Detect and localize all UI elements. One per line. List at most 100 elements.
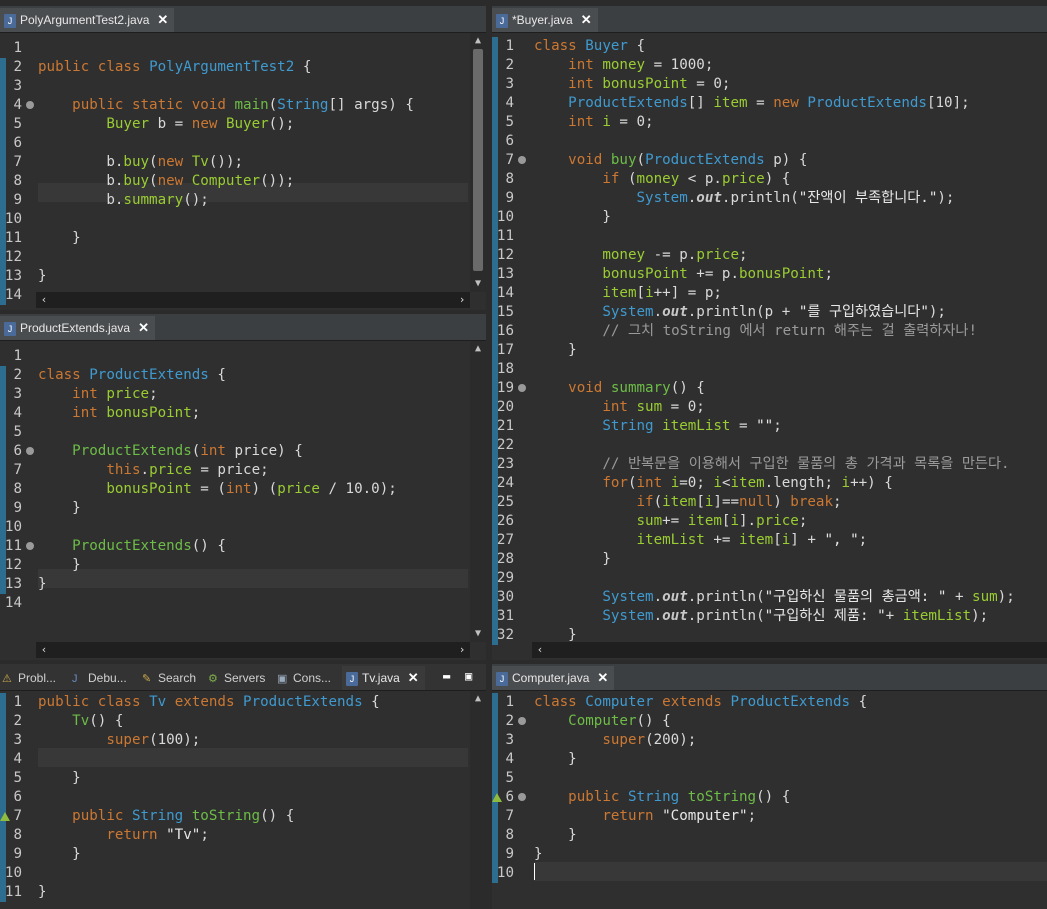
code-line[interactable]: class Computer extends ProductExtends {	[534, 693, 1047, 712]
code-line[interactable]: }	[38, 499, 468, 518]
code-line[interactable]	[38, 77, 468, 96]
fold-toggle-icon[interactable]	[518, 384, 526, 392]
code-line[interactable]: int price;	[38, 385, 468, 404]
code-line[interactable]: int i = 0;	[534, 113, 1047, 132]
scroll-right-arrow[interactable]: ›	[454, 292, 470, 308]
scroll-left-arrow[interactable]: ‹	[36, 292, 52, 308]
code-line[interactable]: }	[38, 769, 468, 788]
code-line[interactable]	[534, 769, 1047, 788]
code-area[interactable]: class Computer extends ProductExtends { …	[534, 691, 1047, 909]
code-line[interactable]	[534, 132, 1047, 151]
code-line[interactable]: class ProductExtends {	[38, 366, 468, 385]
code-line[interactable]: money -= p.price;	[534, 246, 1047, 265]
code-line[interactable]: System.out.println("구입하신 제품: "+ itemList…	[534, 607, 1047, 626]
maximize-icon[interactable]: ▣	[465, 670, 475, 682]
code-line[interactable]: }	[38, 229, 468, 248]
tab-poly[interactable]: J PolyArgumentTest2.java ✕	[0, 8, 175, 32]
vertical-scrollbar[interactable]: ▲	[470, 691, 486, 909]
code-line[interactable]: sum+= item[i].price;	[534, 512, 1047, 531]
horizontal-scrollbar[interactable]: ‹	[532, 642, 1047, 658]
code-line[interactable]: b.summary();	[38, 191, 468, 210]
code-line[interactable]: bonusPoint += p.bonusPoint;	[534, 265, 1047, 284]
scroll-down-arrow[interactable]: ▼	[470, 276, 486, 292]
code-line[interactable]: int bonusPoint = 0;	[534, 75, 1047, 94]
code-area[interactable]: class Buyer { int money = 1000; int bonu…	[534, 33, 1047, 660]
code-line[interactable]	[38, 423, 468, 442]
code-line[interactable]	[534, 227, 1047, 246]
fold-toggle-icon[interactable]	[26, 101, 34, 109]
code-line[interactable]	[534, 436, 1047, 455]
minimize-icon[interactable]: ▬	[443, 670, 453, 682]
code-line[interactable]	[38, 594, 468, 613]
code-line[interactable]	[38, 248, 468, 267]
scroll-thumb[interactable]	[473, 49, 483, 271]
code-line[interactable]: itemList += item[i] + ", ";	[534, 531, 1047, 550]
code-editor[interactable]: class ProductExtends { int price; int bo…	[0, 341, 486, 660]
code-line[interactable]: int money = 1000;	[534, 56, 1047, 75]
tab-search[interactable]: ✎ Search	[140, 666, 196, 690]
code-line[interactable]	[38, 788, 468, 807]
code-line[interactable]: public String toString() {	[38, 807, 468, 826]
code-line[interactable]: if (money < p.price) {	[534, 170, 1047, 189]
tab-product[interactable]: J ProductExtends.java ✕	[0, 316, 155, 340]
fold-toggle-icon[interactable]	[518, 717, 526, 725]
code-line[interactable]: System.out.println("구입하신 물품의 총금액: " + su…	[534, 588, 1047, 607]
code-editor[interactable]: class Buyer { int money = 1000; int bonu…	[492, 33, 1047, 660]
close-icon[interactable]: ✕	[597, 666, 608, 690]
horizontal-scrollbar[interactable]: ‹ ›	[36, 642, 470, 658]
fold-toggle-icon[interactable]	[26, 447, 34, 455]
code-line[interactable]: bonusPoint = (int) (price / 10.0);	[38, 480, 468, 499]
code-line[interactable]: String itemList = "";	[534, 417, 1047, 436]
code-editor[interactable]: class Computer extends ProductExtends { …	[492, 691, 1047, 909]
code-line[interactable]	[534, 864, 1047, 883]
code-line[interactable]: void buy(ProductExtends p) {	[534, 151, 1047, 170]
code-line[interactable]: item[i++] = p;	[534, 284, 1047, 303]
code-line[interactable]: b.buy(new Tv());	[38, 153, 468, 172]
fold-toggle-icon[interactable]	[518, 156, 526, 164]
scroll-left-arrow[interactable]: ‹	[532, 642, 548, 658]
code-line[interactable]: void summary() {	[534, 379, 1047, 398]
vertical-scrollbar[interactable]: ▲ ▼	[470, 341, 486, 642]
code-line[interactable]: }	[38, 267, 468, 286]
code-line[interactable]: super(100);	[38, 731, 468, 750]
code-line[interactable]: public class Tv extends ProductExtends {	[38, 693, 468, 712]
tab-buyer[interactable]: J *Buyer.java ✕	[492, 8, 598, 32]
code-line[interactable]: }	[38, 883, 468, 902]
code-line[interactable]: return "Computer";	[534, 807, 1047, 826]
close-icon[interactable]: ✕	[157, 8, 168, 32]
code-line[interactable]	[38, 864, 468, 883]
scroll-up-arrow[interactable]: ▲	[470, 33, 486, 49]
code-line[interactable]: public static void main(String[] args) {	[38, 96, 468, 115]
tab-tv[interactable]: J Tv.java ✕	[342, 666, 425, 690]
tab-debug[interactable]: J Debu...	[70, 666, 127, 690]
code-line[interactable]	[534, 569, 1047, 588]
close-icon[interactable]: ✕	[408, 666, 419, 690]
code-line[interactable]	[534, 360, 1047, 379]
code-line[interactable]: this.price = price;	[38, 461, 468, 480]
fold-toggle-icon[interactable]	[26, 542, 34, 550]
tab-computer[interactable]: J Computer.java ✕	[492, 666, 615, 690]
code-area[interactable]: class ProductExtends { int price; int bo…	[38, 341, 468, 660]
tab-servers[interactable]: ⚙ Servers	[206, 666, 265, 690]
code-line[interactable]: }	[534, 208, 1047, 227]
code-line[interactable]: ProductExtends() {	[38, 537, 468, 556]
code-line[interactable]: }	[534, 341, 1047, 360]
code-line[interactable]	[38, 750, 468, 769]
code-line[interactable]	[38, 210, 468, 229]
code-editor[interactable]: public class PolyArgumentTest2 { public …	[0, 33, 486, 310]
code-line[interactable]: int bonusPoint;	[38, 404, 468, 423]
tab-console[interactable]: ▣ Cons...	[275, 666, 331, 690]
code-line[interactable]	[38, 347, 468, 366]
code-line[interactable]: }	[38, 556, 468, 575]
scroll-left-arrow[interactable]: ‹	[36, 642, 52, 658]
code-line[interactable]	[38, 134, 468, 153]
vertical-scrollbar[interactable]: ▲ ▼	[470, 33, 486, 292]
code-line[interactable]: }	[534, 550, 1047, 569]
code-area[interactable]: public class Tv extends ProductExtends {…	[38, 691, 468, 909]
scroll-up-arrow[interactable]: ▲	[470, 691, 486, 707]
code-line[interactable]: Tv() {	[38, 712, 468, 731]
code-line[interactable]: }	[534, 845, 1047, 864]
close-icon[interactable]: ✕	[138, 316, 149, 340]
code-line[interactable]: // 그치 toString 에서 return 해주는 걸 출력하자나!	[534, 322, 1047, 341]
code-line[interactable]: class Buyer {	[534, 37, 1047, 56]
